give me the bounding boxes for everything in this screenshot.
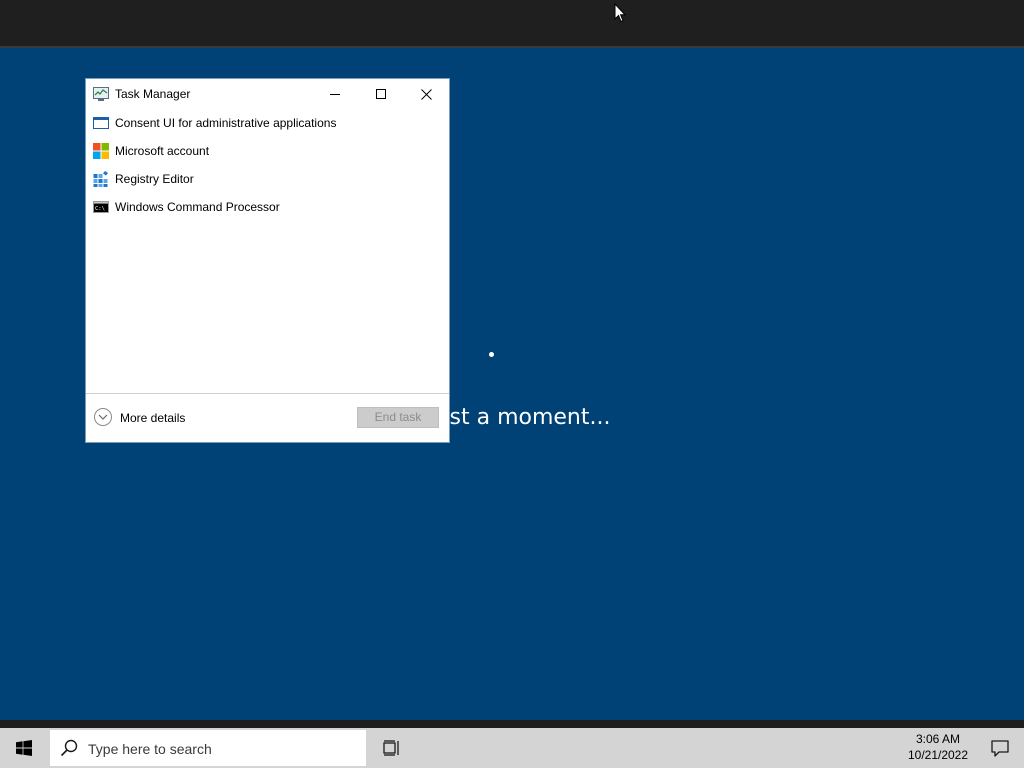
list-item-microsoft-account[interactable]: Microsoft account: [86, 137, 449, 165]
window-icon: [93, 117, 109, 129]
clock-date: 10/21/2022: [907, 748, 969, 762]
registry-editor-icon: [93, 171, 108, 187]
loading-spinner-dot: [489, 352, 494, 357]
window-title: Task Manager: [115, 87, 191, 101]
search-placeholder: Type here to search: [88, 741, 212, 757]
task-manager-icon: [93, 87, 109, 101]
more-details-link[interactable]: More details: [120, 411, 185, 425]
taskbar-search-box[interactable]: Type here to search: [50, 730, 366, 766]
app-list: Consent UI for administrative applicatio…: [86, 109, 449, 221]
close-icon: [420, 88, 432, 100]
microsoft-logo-icon: [93, 143, 109, 159]
chevron-down-icon: [98, 414, 108, 420]
minimize-icon: [330, 94, 340, 95]
list-item-registry-editor[interactable]: Registry Editor: [86, 165, 449, 193]
minimize-button[interactable]: [312, 79, 358, 109]
app-label: Registry Editor: [115, 172, 194, 186]
search-icon: [60, 739, 78, 757]
maximize-button[interactable]: [358, 79, 404, 109]
task-manager-titlebar[interactable]: Task Manager: [86, 79, 449, 109]
mouse-cursor-icon: [614, 3, 626, 23]
taskbar: Type here to search 3:06 AM 10/21/2022: [0, 720, 1024, 768]
windows-start-icon: [16, 740, 32, 756]
action-center-button[interactable]: [976, 728, 1024, 768]
app-label: Consent UI for administrative applicatio…: [115, 116, 337, 130]
start-button[interactable]: [0, 728, 48, 768]
more-details-toggle[interactable]: [94, 408, 112, 426]
list-item-command-processor[interactable]: C:\ Windows Command Processor: [86, 193, 449, 221]
command-prompt-icon: C:\: [93, 201, 109, 213]
task-manager-window: Task Manager Consent UI for administrati…: [86, 79, 449, 442]
top-bar: [0, 0, 1024, 48]
task-view-icon: [383, 740, 399, 756]
system-clock[interactable]: 3:06 AM 10/21/2022: [900, 731, 976, 763]
list-item-consent-ui[interactable]: Consent UI for administrative applicatio…: [86, 109, 449, 137]
clock-time: 3:06 AM: [915, 732, 961, 746]
task-view-button[interactable]: [370, 728, 414, 768]
close-button[interactable]: [403, 79, 449, 109]
task-manager-footer: More details End task: [86, 393, 449, 443]
action-center-icon: [991, 739, 1009, 757]
app-label: Windows Command Processor: [115, 200, 280, 214]
maximize-icon: [376, 89, 386, 99]
app-label: Microsoft account: [115, 144, 210, 158]
end-task-button[interactable]: End task: [357, 407, 439, 428]
svg-text:C:\: C:\: [95, 206, 105, 212]
